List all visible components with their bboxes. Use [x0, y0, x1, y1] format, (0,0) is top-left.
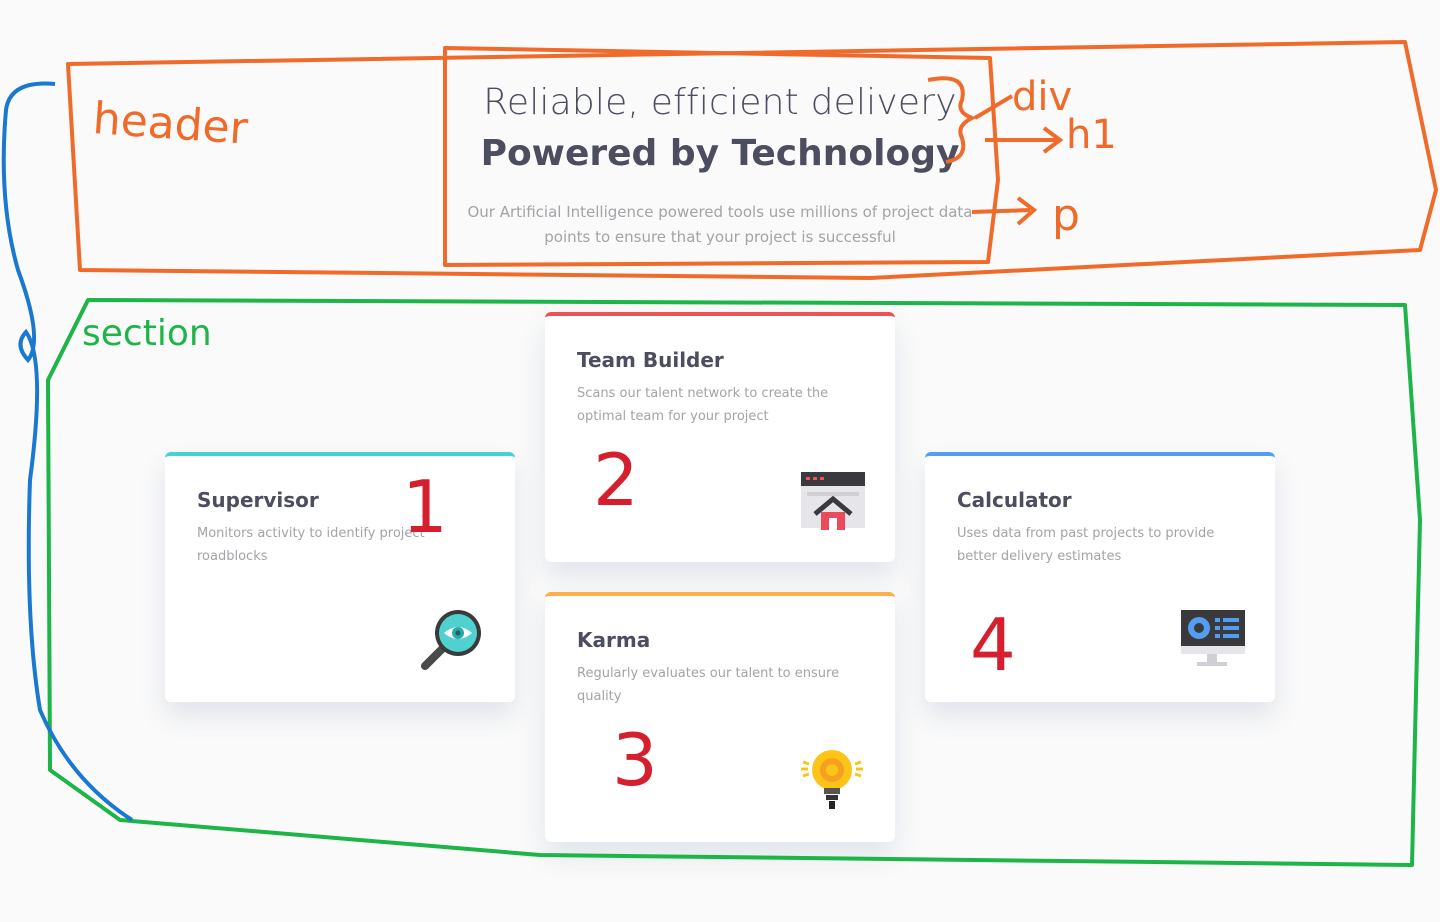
lightbulb-icon [799, 746, 865, 812]
tagline-light: Reliable, efficient delivery [483, 82, 957, 123]
card-description: Monitors activity to identify project ro… [197, 526, 425, 564]
card-title: Karma [577, 628, 651, 652]
card-description: Regularly evaluates our talent to ensure… [577, 666, 840, 704]
browser-house-icon [799, 466, 865, 532]
card-title: Supervisor [197, 488, 319, 512]
annotation-section-label: section [82, 313, 212, 354]
annotation-p-label: p [1052, 190, 1080, 241]
card-title: Calculator [957, 488, 1072, 512]
card-karma: Karma Regularly evaluates our talent to … [545, 592, 895, 842]
p-arrow [971, 196, 1038, 226]
main-bracket [1, 81, 134, 822]
card-title: Team Builder [577, 348, 724, 372]
intro-paragraph: Our Artificial Intelligence powered tool… [467, 203, 973, 246]
magnifier-eye-icon [419, 606, 485, 672]
card-description: Uses data from past projects to provide … [957, 526, 1215, 564]
card-description: Scans our talent network to create the o… [577, 386, 829, 424]
monitor-chart-icon [1179, 606, 1245, 672]
card-supervisor: Supervisor Monitors activity to identify… [165, 452, 515, 702]
page-title: Powered by Technology [480, 133, 960, 174]
card-calculator: Calculator Uses data from past projects … [925, 452, 1275, 702]
card-team-builder: Team Builder Scans our talent network to… [545, 312, 895, 562]
